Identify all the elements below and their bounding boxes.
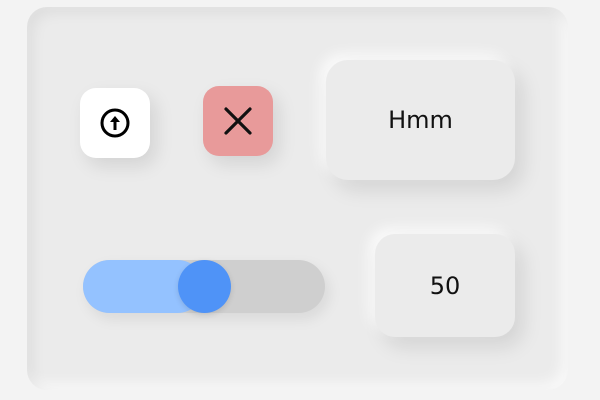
close-icon bbox=[224, 107, 252, 135]
value-slider[interactable] bbox=[83, 260, 325, 313]
close-button[interactable] bbox=[203, 86, 273, 156]
value-display-text: 50 bbox=[429, 271, 461, 300]
hmm-button-label: Hmm bbox=[388, 106, 453, 134]
upload-circle-icon bbox=[100, 108, 130, 138]
hmm-button[interactable]: Hmm bbox=[326, 60, 515, 180]
value-display: 50 bbox=[375, 234, 515, 337]
upload-button[interactable] bbox=[80, 88, 150, 158]
slider-knob[interactable] bbox=[177, 260, 231, 313]
